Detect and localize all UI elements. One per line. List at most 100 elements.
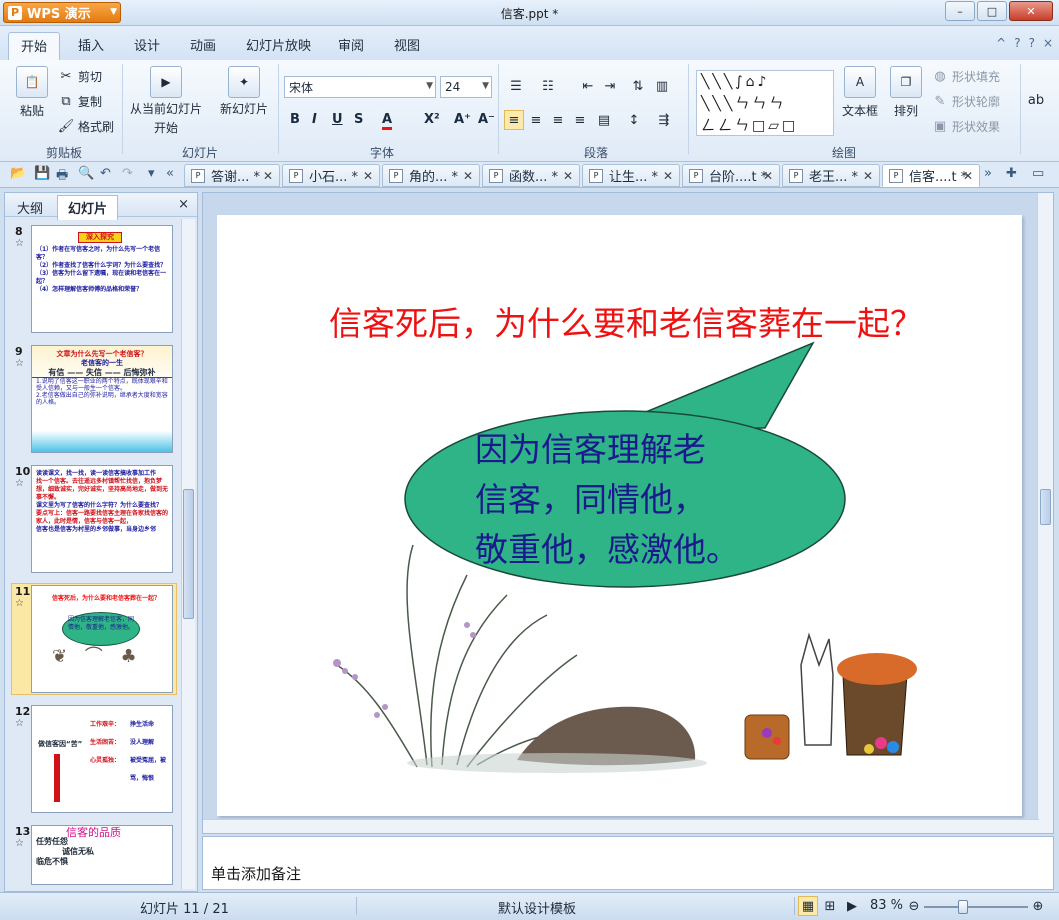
shape-effect-button[interactable]: ▣ 形状效果 <box>932 118 1000 135</box>
cut-button[interactable]: ✂ 剪切 <box>58 68 102 85</box>
slide-vertical-scrollbar[interactable] <box>1037 193 1053 833</box>
tab-design[interactable]: 设计 <box>134 35 160 54</box>
font-size-select[interactable]: 24 ▼ <box>440 76 492 98</box>
shrink-font-button[interactable]: A⁻ <box>478 112 495 127</box>
notes-pane[interactable]: 单击添加备注 <box>202 836 1054 890</box>
template-name: 默认设计模板 <box>498 902 577 917</box>
slide-canvas[interactable]: 信客死后，为什么要和老信客葬在一起？ 因为信客理解老 信客，同情他， 敬重他，感… <box>217 215 1022 816</box>
paragraph-settings-icon[interactable]: ⇶ <box>654 110 674 130</box>
open-folder-icon[interactable]: 📂 <box>10 166 26 181</box>
slide-sorter-icon[interactable]: ⊞ <box>820 896 840 916</box>
save-icon[interactable]: 💾 <box>34 166 50 181</box>
tabs-scroll-left-icon[interactable]: « <box>166 166 174 181</box>
animation-star-icon: ☆ <box>15 478 24 489</box>
tab-review[interactable]: 审阅 <box>338 35 364 54</box>
bubble-answer-text[interactable]: 因为信客理解老 信客，同情他， 敬重他，感激他。 <box>475 425 815 575</box>
close-tab-icon[interactable]: ✕ <box>263 169 273 183</box>
superscript-button[interactable]: X² <box>424 112 440 127</box>
tab-slideshow[interactable]: 幻灯片放映 <box>246 35 311 54</box>
slideshow-view-icon[interactable]: ▶ <box>842 896 862 916</box>
paste-button[interactable]: 📋 粘贴 <box>16 66 48 119</box>
collapse-ribbon-icon[interactable]: ^ <box>996 36 1006 50</box>
slide-editor: 信客死后，为什么要和老信客葬在一起？ 因为信客理解老 信客，同情他， 敬重他，感… <box>202 192 1054 834</box>
zoom-slider-handle[interactable] <box>958 900 968 914</box>
align-left-icon[interactable]: ≡ <box>504 110 524 130</box>
maximize-button[interactable]: □ <box>977 1 1007 21</box>
shapes-gallery[interactable]: ╲╲╲∫⌂♪ ╲╲╲ㄣㄣㄣ ㄥㄥㄣ□▱□ <box>696 70 834 136</box>
doc-tab-active[interactable]: P 信客....t * ✕ <box>882 164 980 187</box>
doc-tab[interactable]: P 函数... * ✕ <box>482 164 580 187</box>
new-tab-icon[interactable]: ✚ <box>1006 166 1017 181</box>
close-tab-icon[interactable]: ✕ <box>563 169 573 183</box>
shadow-button[interactable]: S <box>354 112 363 127</box>
bold-button[interactable]: B <box>290 112 300 127</box>
tab-insert[interactable]: 插入 <box>78 35 104 54</box>
scrollbar-thumb[interactable] <box>1040 489 1051 525</box>
panel-scrollbar[interactable] <box>181 219 195 889</box>
bullet-list-icon[interactable]: ☰ <box>506 76 526 96</box>
align-center-icon[interactable]: ≡ <box>526 110 546 130</box>
copy-button[interactable]: ⧉ 复制 <box>58 93 102 110</box>
redo-icon[interactable]: ↷ <box>122 166 133 181</box>
scrollbar-thumb[interactable] <box>183 489 194 619</box>
tab-view[interactable]: 视图 <box>394 35 420 54</box>
format-painter-button[interactable]: 🖌 格式刷 <box>58 118 114 135</box>
doc-tab[interactable]: P 角的... * ✕ <box>382 164 480 187</box>
more-ribbon-icon[interactable]: ab <box>1026 90 1046 110</box>
distribute-icon[interactable]: ▤ <box>594 110 614 130</box>
close-tab-icon[interactable]: ✕ <box>763 169 773 183</box>
tab-animation[interactable]: 动画 <box>190 35 216 54</box>
line-spacing-icon[interactable]: ↕ <box>624 110 644 130</box>
normal-view-icon[interactable]: ▦ <box>798 896 818 916</box>
arrange-button[interactable]: ❐ 排列 <box>890 66 922 119</box>
text-direction-icon[interactable]: ⇅ <box>628 76 648 96</box>
zoom-in-icon[interactable]: ⊕ <box>1028 896 1048 916</box>
tab-list-icon[interactable]: ▭ <box>1032 166 1044 181</box>
help-icon[interactable]: ? <box>1014 36 1020 50</box>
font-family-select[interactable]: 宋体 ▼ <box>284 76 436 98</box>
zoom-out-icon[interactable]: ⊖ <box>904 896 924 916</box>
doc-tab[interactable]: P 小石... * ✕ <box>282 164 380 187</box>
close-window-button[interactable]: ✕ <box>1009 1 1053 21</box>
doc-tab[interactable]: P 台阶....t * ✕ <box>682 164 780 187</box>
shape-fill-button[interactable]: ◍ 形状填充 <box>932 68 1000 85</box>
print-preview-icon[interactable]: 🔍 <box>78 166 94 181</box>
title-bar: P WPS 演示 ▼ 信客.ppt * – □ ✕ <box>0 0 1059 26</box>
doc-tab[interactable]: P 老王... * ✕ <box>782 164 880 187</box>
textbox-button[interactable]: A 文本框 <box>842 66 878 119</box>
close-tab-icon[interactable]: ✕ <box>963 169 973 183</box>
help-menu-icon[interactable]: ? <box>1029 36 1035 50</box>
align-right-icon[interactable]: ≡ <box>548 110 568 130</box>
undo-icon[interactable]: ↶ <box>100 166 111 181</box>
slide-horizontal-scrollbar[interactable] <box>203 819 1039 833</box>
increase-indent-icon[interactable]: ⇥ <box>600 76 620 96</box>
animation-star-icon: ☆ <box>15 838 24 849</box>
minimize-button[interactable]: – <box>945 1 975 21</box>
font-color-button[interactable]: A <box>382 112 393 130</box>
close-panel-icon[interactable]: × <box>178 197 189 212</box>
customize-toolbar-icon[interactable]: ▾ <box>148 166 155 181</box>
close-tab-icon[interactable]: ✕ <box>863 169 873 183</box>
zoom-slider-track[interactable] <box>924 906 1028 908</box>
italic-button[interactable]: I <box>312 112 317 127</box>
justify-icon[interactable]: ≡ <box>570 110 590 130</box>
tab-slides[interactable]: 幻灯片 <box>57 195 119 220</box>
underline-button[interactable]: U <box>332 112 343 127</box>
tab-outline[interactable]: 大纲 <box>17 198 43 217</box>
play-from-current-button[interactable]: ▶ 从当前幻灯片 开始 <box>130 66 202 136</box>
doc-tab[interactable]: P 让生... * ✕ <box>582 164 680 187</box>
new-slide-button[interactable]: ✦ 新幻灯片 <box>220 66 268 117</box>
close-tab-icon[interactable]: ✕ <box>363 169 373 183</box>
grow-font-button[interactable]: A⁺ <box>454 112 471 127</box>
shape-outline-button[interactable]: ✎ 形状轮廓 <box>932 93 1000 110</box>
numbered-list-icon[interactable]: ☷ <box>538 76 558 96</box>
columns-icon[interactable]: ▥ <box>652 76 672 96</box>
close-doc-icon[interactable]: × <box>1043 36 1053 50</box>
decrease-indent-icon[interactable]: ⇤ <box>578 76 598 96</box>
close-tab-icon[interactable]: ✕ <box>463 169 473 183</box>
print-icon[interactable]: 🖶 <box>56 166 68 188</box>
tab-home[interactable]: 开始 <box>8 32 61 61</box>
doc-tab[interactable]: P 答谢... * ✕ <box>184 164 280 187</box>
tabs-scroll-right-icon[interactable]: » <box>984 166 992 181</box>
close-tab-icon[interactable]: ✕ <box>663 169 673 183</box>
